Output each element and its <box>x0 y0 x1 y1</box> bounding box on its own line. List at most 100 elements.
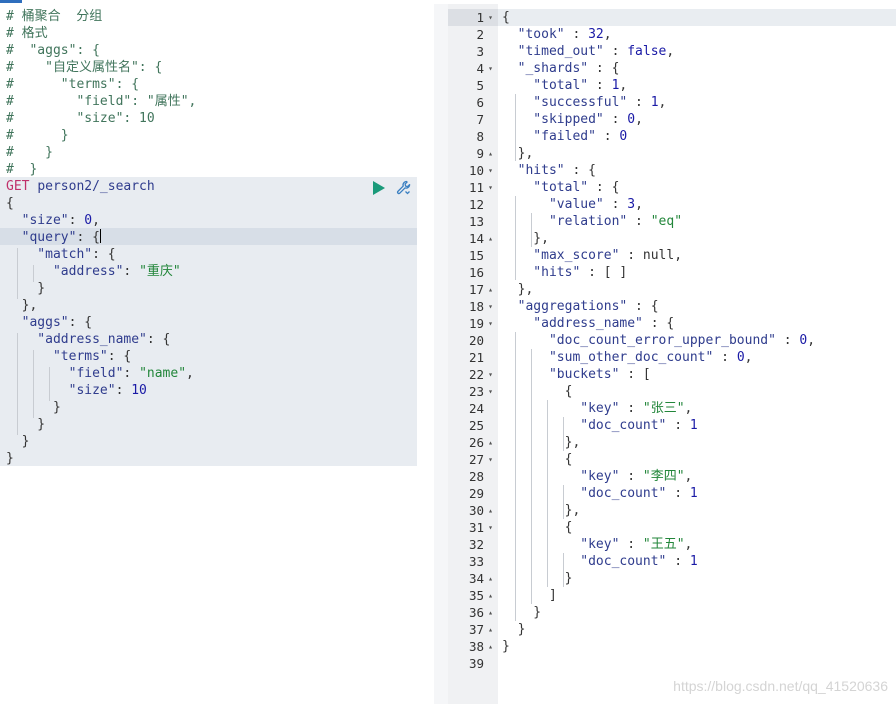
line-number-label: 17 <box>468 282 484 297</box>
line-number: 4 ▾ <box>448 60 498 77</box>
response-line: { <box>502 451 892 468</box>
code-token: "张三" <box>642 401 685 416</box>
comment-line[interactable]: # "terms": { <box>6 76 417 93</box>
comment-line[interactable]: # } <box>6 144 417 161</box>
fold-arrow-icon[interactable]: ▾ <box>486 519 495 536</box>
code-line[interactable]: } <box>6 399 417 416</box>
code-line[interactable]: "address": "重庆" <box>6 263 417 280</box>
code-token: : { <box>107 349 132 364</box>
line-number-label: 10 <box>468 163 484 178</box>
comment-line[interactable]: # "aggs": { <box>6 42 417 59</box>
comment-line[interactable]: # } <box>6 127 417 144</box>
unfold-arrow-icon[interactable]: ▴ <box>486 621 495 638</box>
response-line: "doc_count_error_upper_bound" : 0, <box>502 332 892 349</box>
line-number: 12 <box>448 196 498 213</box>
run-request-button[interactable] <box>372 180 386 196</box>
response-line: "address_name" : { <box>502 315 892 332</box>
unfold-arrow-icon[interactable]: ▴ <box>486 570 495 587</box>
code-token: }, <box>502 231 549 246</box>
fold-arrow-icon[interactable]: ▾ <box>486 366 495 383</box>
fold-arrow-icon[interactable]: ▾ <box>486 451 495 468</box>
code-token: "doc_count_error_upper_bound" <box>502 333 776 348</box>
code-token: : <box>666 418 690 433</box>
line-number-label: 20 <box>468 333 484 348</box>
line-number: 29 <box>448 485 498 502</box>
code-token: : { <box>627 299 659 314</box>
code-line[interactable]: "terms": { <box>6 348 417 365</box>
code-token: } <box>6 434 30 449</box>
code-token: 0 <box>619 129 628 144</box>
line-number-label: 15 <box>468 248 484 263</box>
code-token: , <box>744 350 753 365</box>
unfold-arrow-icon[interactable]: ▴ <box>486 434 495 451</box>
unfold-arrow-icon[interactable]: ▴ <box>486 502 495 519</box>
code-line[interactable]: "aggs": { <box>6 314 417 331</box>
comment-line[interactable]: # "field": "属性", <box>6 93 417 110</box>
fold-arrow-icon[interactable]: ▾ <box>486 315 495 332</box>
unfold-arrow-icon[interactable]: ▴ <box>486 638 495 655</box>
code-token: , <box>684 537 693 552</box>
response-line: "took" : 32, <box>502 26 892 43</box>
line-number-label: 2 <box>476 27 484 42</box>
line-numbers: 1 ▾ 2 3 4 ▾ 5 6 7 8 9 ▴ 10 ▾ 11 ▾ 12 13 14 ▴ 15 16 17 ▴ 18 ▾ 19 ▾ 20… <box>448 9 498 672</box>
response-line: }, <box>502 281 892 298</box>
unfold-arrow-icon[interactable]: ▴ <box>486 230 495 247</box>
code-line[interactable]: "query": { <box>6 229 417 246</box>
code-token: , <box>603 27 612 42</box>
response-line: "_shards" : { <box>502 60 892 77</box>
code-line[interactable]: } <box>6 416 417 433</box>
line-number: 17 ▴ <box>448 281 498 298</box>
code-token: : { <box>68 315 93 330</box>
unfold-arrow-icon[interactable]: ▴ <box>486 604 495 621</box>
code-token: , <box>684 401 693 416</box>
response-line: }, <box>502 434 892 451</box>
line-number: 21 <box>448 349 498 366</box>
code-line[interactable]: "size": 0, <box>6 212 417 229</box>
line-number: 3 <box>448 43 498 60</box>
code-token: "doc_count" <box>502 554 667 569</box>
unfold-arrow-icon[interactable]: ▴ <box>486 281 495 298</box>
comment-line[interactable]: # } <box>6 161 417 178</box>
comment-line[interactable]: # 桶聚合 分组 <box>6 8 417 25</box>
comment-line[interactable]: # 格式 <box>6 25 417 42</box>
code-line[interactable]: "address_name": { <box>6 331 417 348</box>
pane-divider[interactable] <box>434 4 448 704</box>
code-line[interactable]: "match": { <box>6 246 417 263</box>
code-token: } <box>502 605 542 620</box>
unfold-arrow-icon[interactable]: ▴ <box>486 587 495 604</box>
code-line[interactable]: "size": 10 <box>6 382 417 399</box>
code-token: , <box>635 197 643 212</box>
fold-arrow-icon[interactable]: ▾ <box>486 383 495 400</box>
fold-arrow-icon[interactable]: ▾ <box>486 162 495 179</box>
code-line[interactable]: }, <box>6 297 417 314</box>
response-viewer[interactable]: 1 ▾ 2 3 4 ▾ 5 6 7 8 9 ▴ 10 ▾ 11 ▾ 12 13 14 ▴ 15 16 17 ▴ 18 ▾ 19 ▾ 20… <box>448 4 896 704</box>
line-number-label: 1 <box>476 10 484 25</box>
code-token: : <box>627 214 651 229</box>
fold-arrow-icon[interactable]: ▾ <box>486 9 495 26</box>
response-line: "hits" : [ ] <box>502 264 892 281</box>
code-line[interactable]: GET person2/_search <box>6 178 417 195</box>
code-token: 10 <box>131 383 147 398</box>
code-line[interactable]: { <box>6 195 417 212</box>
code-line[interactable]: } <box>6 450 417 467</box>
code-token: "query" <box>6 230 77 245</box>
code-line[interactable]: "field": "name", <box>6 365 417 382</box>
unfold-arrow-icon[interactable]: ▴ <box>486 145 495 162</box>
play-icon <box>373 181 385 195</box>
code-line[interactable]: } <box>6 280 417 297</box>
fold-arrow-icon[interactable]: ▾ <box>486 179 495 196</box>
line-number-label: 28 <box>468 469 484 484</box>
request-editor[interactable]: # 桶聚合 分组 # 格式 # "aggs": {# "自定义属性名": {# "t… <box>0 4 434 704</box>
code-token: 3 <box>627 197 636 212</box>
fold-arrow-icon[interactable]: ▾ <box>486 60 495 77</box>
comment-line[interactable]: # "自定义属性名": { <box>6 59 417 76</box>
request-settings-button[interactable] <box>396 180 412 196</box>
code-token: : <box>619 537 643 552</box>
code-line[interactable]: } <box>6 433 417 450</box>
fold-arrow-icon[interactable]: ▾ <box>486 298 495 315</box>
line-number-label: 32 <box>468 537 484 552</box>
request-code[interactable]: # 桶聚合 分组 # 格式 # "aggs": {# "自定义属性名": {# "t… <box>6 8 417 467</box>
comment-line[interactable]: # "size": 10 <box>6 110 417 127</box>
code-token: { <box>6 196 14 211</box>
line-number: 19 ▾ <box>448 315 498 332</box>
